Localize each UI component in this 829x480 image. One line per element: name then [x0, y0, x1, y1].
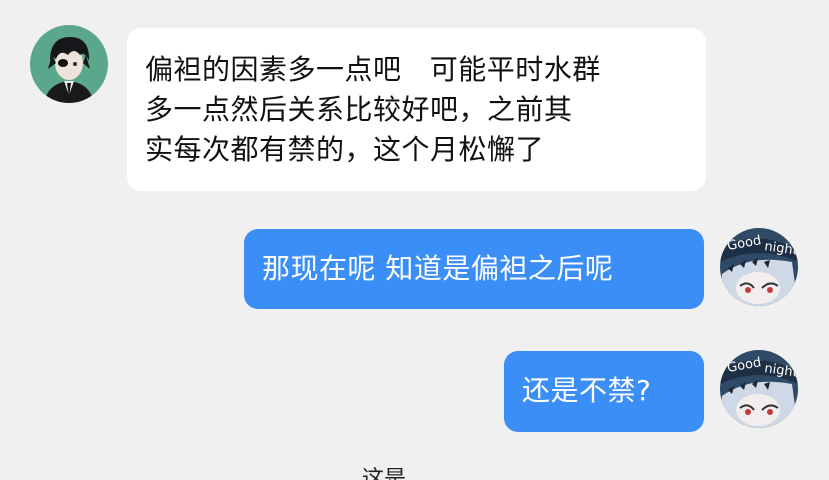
contact-avatar[interactable] — [30, 25, 108, 103]
outgoing-message-bubble[interactable]: 那现在呢 知道是偏袒之后呢 — [244, 229, 704, 309]
message-line: 偏袒的因素多一点吧 可能平时水群 — [145, 53, 601, 86]
partial-message-text: 这是 — [362, 467, 407, 480]
message-line: 那现在呢 知道是偏袒之后呢 — [262, 252, 614, 285]
my-avatar[interactable]: Good night — [720, 350, 798, 428]
outgoing-message-bubble[interactable]: 还是不禁? — [504, 351, 704, 432]
dark-hair-boy-avatar-icon — [30, 25, 108, 103]
incoming-message-bubble[interactable]: 偏袒的因素多一点吧 可能平时水群 多一点然后关系比较好吧，之前其 实每次都有禁的… — [127, 28, 706, 191]
message-line: 多一点然后关系比较好吧，之前其 — [145, 93, 573, 126]
good-night-girl-avatar-icon: Good night — [720, 350, 798, 428]
good-night-girl-avatar-icon: Good night — [720, 228, 798, 306]
message-line: 实每次都有禁的，这个月松懈了 — [145, 133, 545, 166]
message-line: 还是不禁? — [522, 374, 652, 407]
my-avatar[interactable]: Good night — [720, 228, 798, 306]
